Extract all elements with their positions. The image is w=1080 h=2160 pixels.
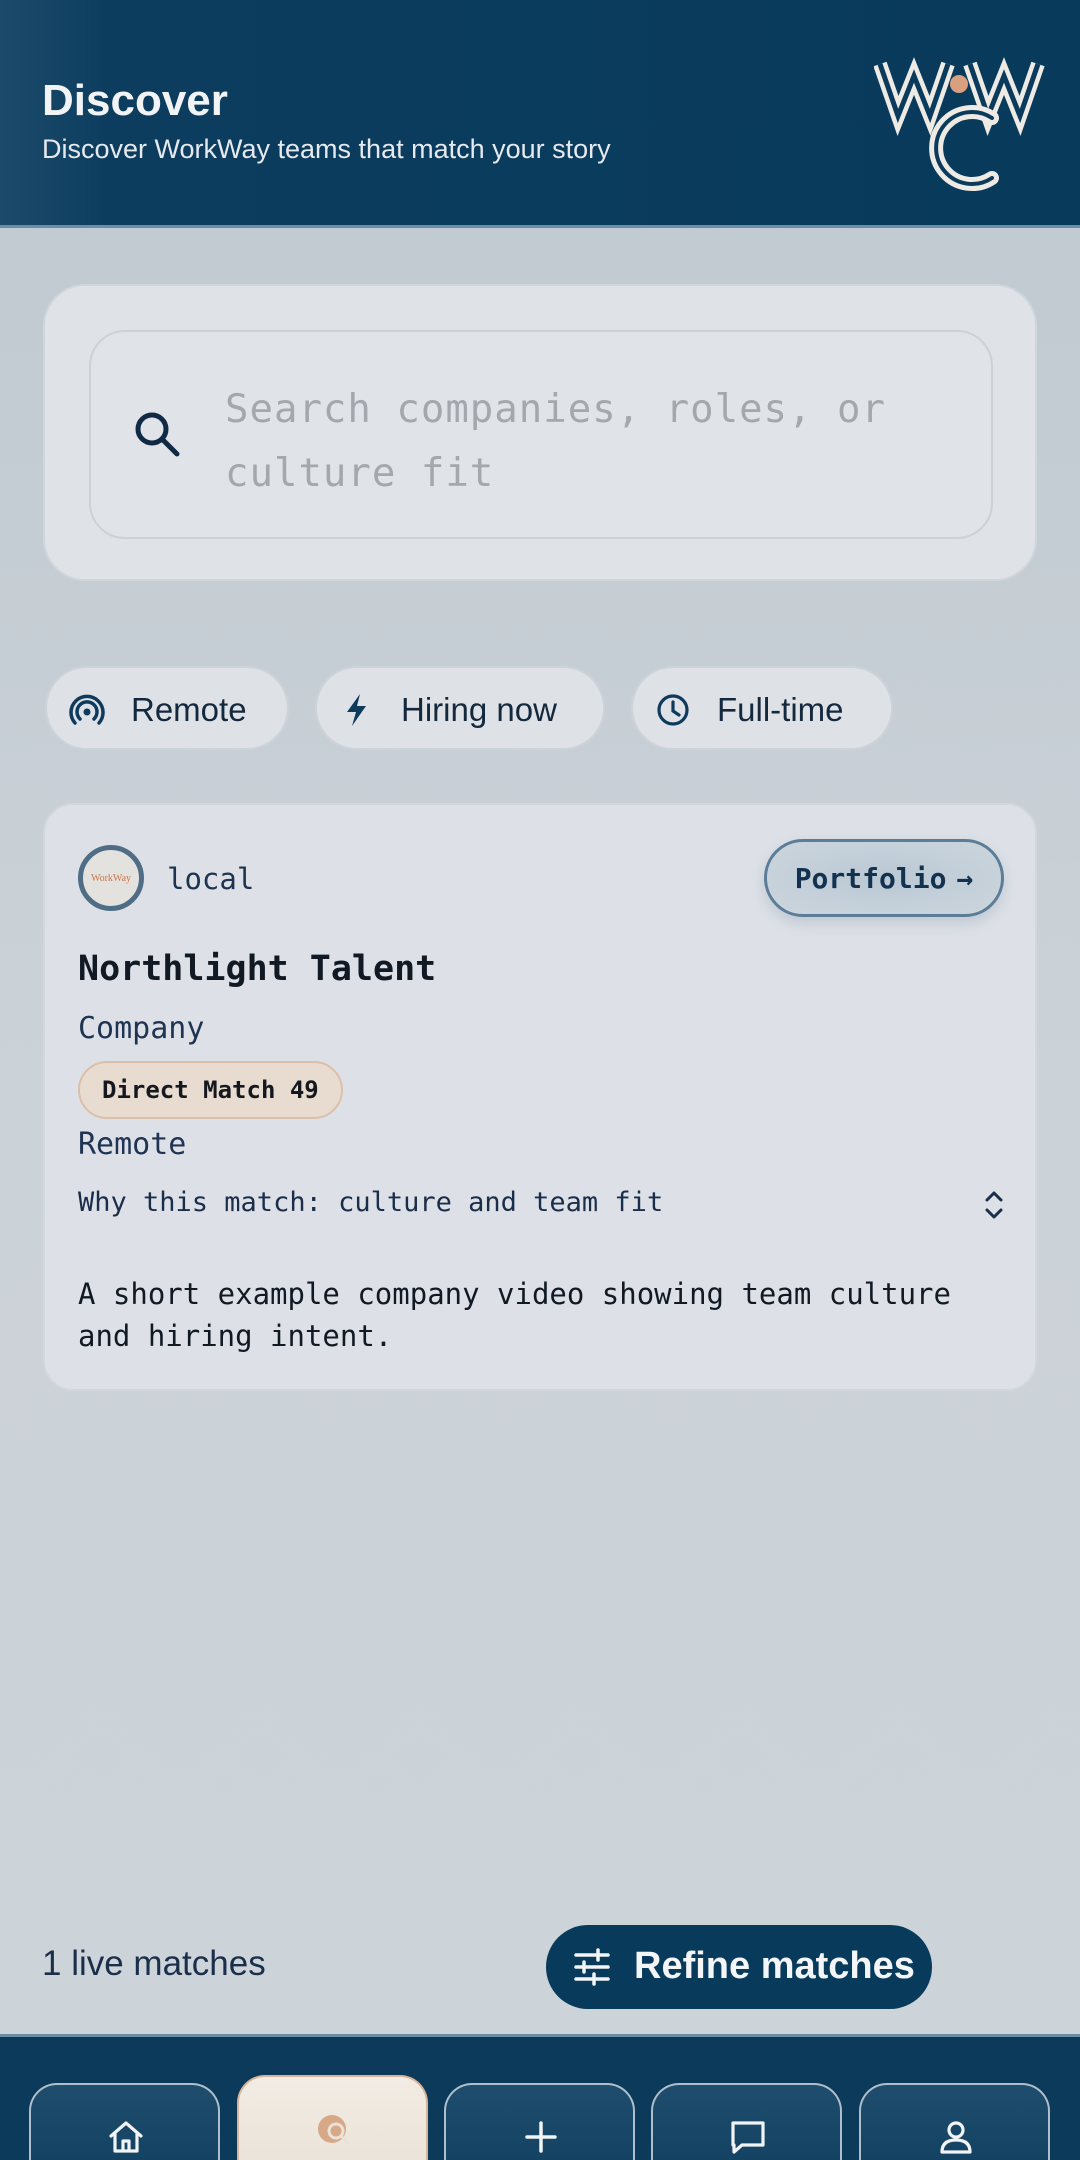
page-title: Discover <box>42 76 228 125</box>
live-matches-count: 1 live matches <box>42 1944 266 1983</box>
filter-chip-label: Full-time <box>717 691 844 728</box>
discover-icon <box>318 2115 350 2145</box>
refine-matches-button[interactable]: Refine matches <box>546 1925 932 2009</box>
app-header: Discover Discover WorkWay teams that mat… <box>0 0 1080 228</box>
refine-matches-label: Refine matches <box>634 1945 915 1987</box>
portfolio-button[interactable]: Portfolio → <box>764 839 1004 917</box>
search-input[interactable]: Search companies, roles, or culture fit <box>89 330 993 539</box>
chat-icon <box>731 2121 765 2154</box>
company-type: Company <box>78 1011 205 1046</box>
why-match-toggle[interactable]: Why this match: culture and team fit <box>78 1185 1008 1231</box>
home-icon <box>109 2121 143 2153</box>
search-card: Search companies, roles, or culture fit <box>43 284 1037 581</box>
clock-icon <box>657 694 689 726</box>
filter-chip-full-time[interactable]: Full-time <box>631 666 893 750</box>
search-placeholder: Search companies, roles, or culture fit <box>225 387 886 496</box>
arrow-right-icon: → <box>956 861 974 895</box>
page-subtitle: Discover WorkWay teams that match your s… <box>42 134 611 164</box>
match-badge: Direct Match 49 <box>78 1061 343 1119</box>
company-avatar: WorkWay <box>78 845 144 911</box>
bottom-navigation <box>0 2034 1080 2160</box>
match-card[interactable]: WorkWay local Portfolio → Northlight Tal… <box>43 803 1037 1391</box>
nav-create[interactable] <box>444 2083 635 2160</box>
filter-chip-label: Remote <box>131 691 247 728</box>
source-label: local <box>167 862 255 896</box>
nav-messages[interactable] <box>651 2083 842 2160</box>
why-match-text: Why this match: culture and team fit <box>78 1187 664 1218</box>
nav-home[interactable] <box>29 2083 220 2160</box>
search-icon <box>135 412 180 457</box>
workway-logo[interactable] <box>874 50 1054 194</box>
lightning-icon <box>347 694 366 726</box>
company-name: Northlight Talent <box>78 949 437 989</box>
company-description: A short example company video showing te… <box>78 1277 951 1353</box>
sliders-icon <box>574 1948 610 1986</box>
plus-icon <box>525 2121 557 2153</box>
nav-profile[interactable] <box>859 2083 1050 2160</box>
company-location: Remote <box>78 1127 187 1162</box>
expand-collapse-icon <box>985 1191 1003 1219</box>
filter-chip-remote[interactable]: Remote <box>45 666 289 750</box>
broadcast-icon <box>69 694 105 725</box>
profile-icon <box>940 2121 972 2154</box>
nav-discover[interactable] <box>237 2075 428 2160</box>
filter-chip-label: Hiring now <box>401 691 557 728</box>
filter-chip-hiring-now[interactable]: Hiring now <box>315 666 605 750</box>
